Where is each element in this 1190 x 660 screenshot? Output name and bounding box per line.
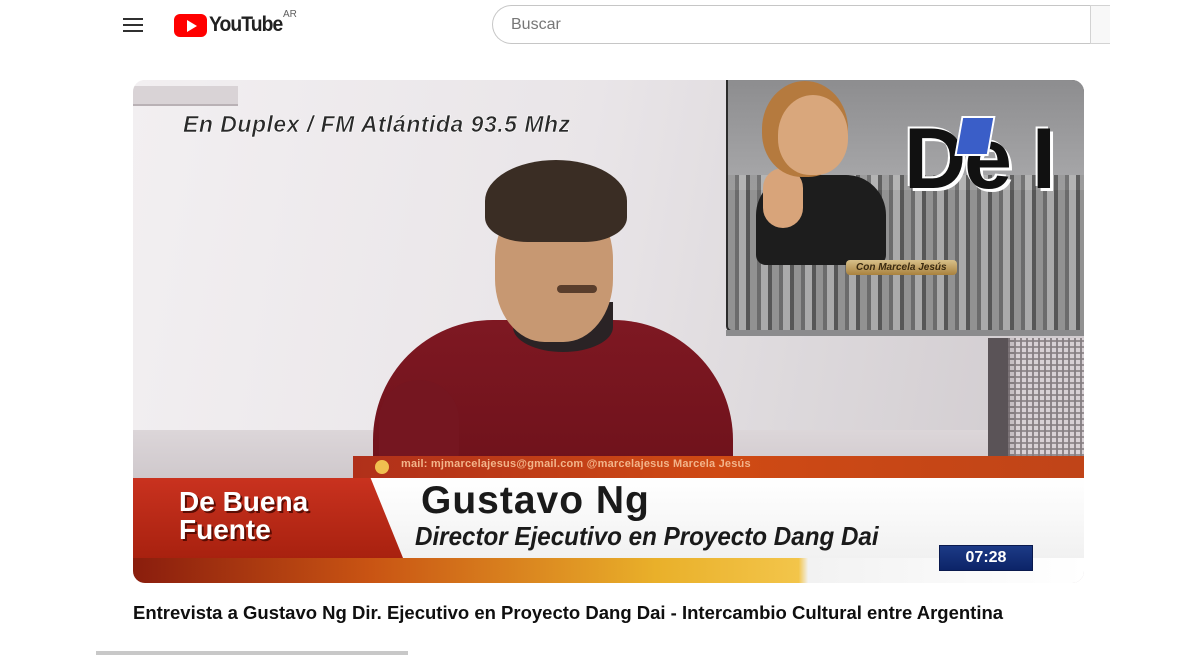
studio-monitor: De I Con Marcela Jesús	[726, 80, 1084, 332]
presenter-head	[778, 95, 848, 175]
country-code: AR	[283, 9, 297, 20]
monitor-tag: Con Marcela Jesús	[846, 260, 957, 275]
menu-icon[interactable]	[122, 14, 146, 36]
monitor-channel-logo	[954, 116, 996, 156]
video-player[interactable]: En Duplex / FM Atlántida 93.5 Mhz De I C…	[133, 80, 1084, 583]
logo-text: YouTube	[209, 13, 283, 36]
guest-name: Gustavo Ng	[421, 479, 650, 522]
search-button[interactable]	[1090, 5, 1110, 44]
search-input[interactable]	[493, 6, 1090, 43]
presenter-arm	[763, 168, 803, 228]
info-bar-text: mail: mjmarcelajesus@gmail.com @marcelaj…	[401, 458, 751, 470]
studio-strip	[133, 86, 238, 106]
monitor-base	[726, 330, 1084, 336]
video-title: Entrevista a Gustavo Ng Dir. Ejecutivo e…	[133, 602, 1004, 623]
mail-icon	[375, 460, 389, 474]
on-screen-clock: 07:28	[939, 545, 1033, 571]
youtube-logo[interactable]: YouTube	[174, 13, 289, 37]
page-scroll-indicator	[96, 651, 408, 655]
youtube-play-icon	[174, 13, 207, 37]
search-box[interactable]	[492, 5, 1090, 44]
video-overlay-top: En Duplex / FM Atlántida 93.5 Mhz	[183, 111, 571, 138]
guest-role: Director Ejecutivo en Proyecto Dang Dai	[415, 521, 879, 551]
guest-mustache	[557, 285, 597, 293]
studio-grille	[1008, 338, 1084, 456]
guest-hair	[485, 160, 627, 242]
show-name: De Buena Fuente	[179, 486, 309, 545]
